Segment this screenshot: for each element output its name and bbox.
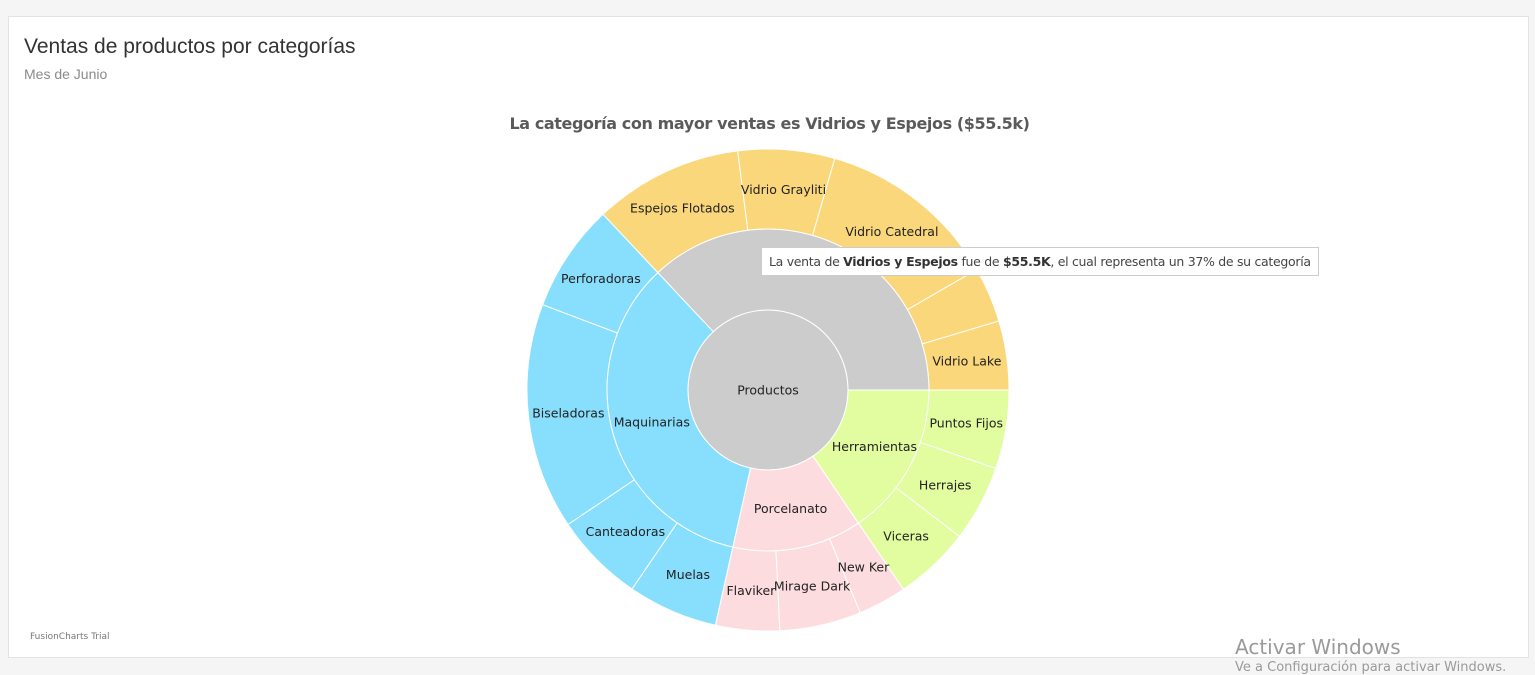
chart-tooltip: La venta de Vidrios y Espejos fue de $55…	[761, 247, 1319, 276]
tooltip-suffix: , el cual representa un 37% de su catego…	[1050, 254, 1311, 269]
sunburst-chart: ProductosVidrio LakeVidrio CatedralVidri…	[526, 148, 1010, 632]
sunburst-root[interactable]	[687, 309, 849, 471]
tooltip-middle: fue de	[957, 254, 1003, 269]
windows-activation-subtitle: Ve a Configuración para activar Windows.	[1235, 660, 1507, 675]
windows-activation-title: Activar Windows	[1235, 635, 1401, 659]
tooltip-prefix: La venta de	[769, 254, 844, 269]
tooltip-category: Vidrios y Espejos	[843, 254, 958, 269]
tooltip-amount: $55.5K	[1002, 254, 1051, 269]
sunburst-slices	[526, 148, 1010, 632]
